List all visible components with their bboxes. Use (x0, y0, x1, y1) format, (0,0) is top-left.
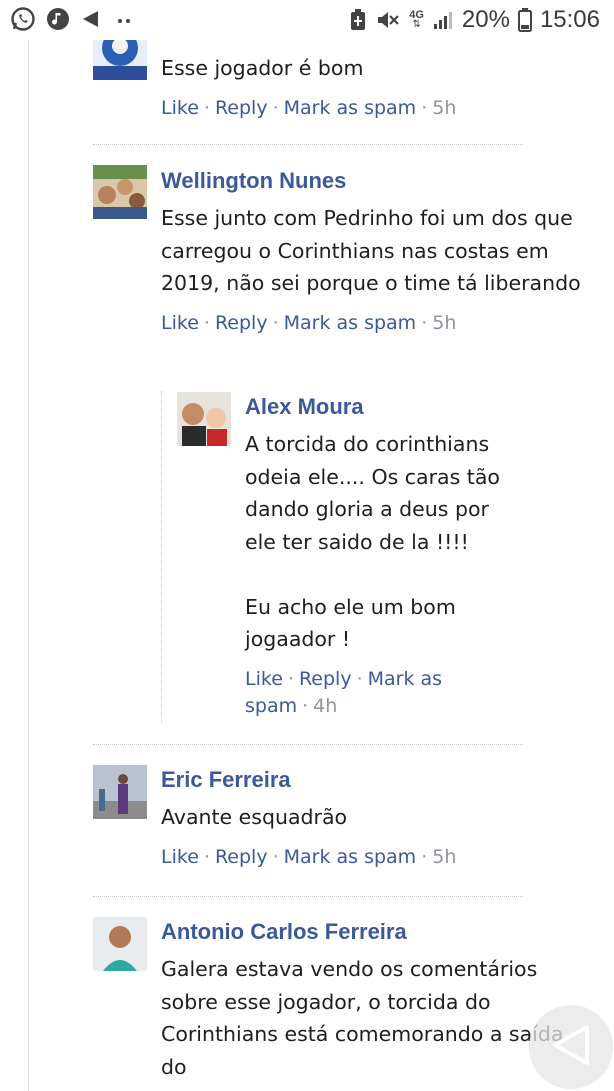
status-bar: 4G ⇅ 20% 15:06 (0, 0, 614, 40)
battery-icon (517, 8, 532, 32)
signal-icon (432, 9, 454, 31)
avatar[interactable] (177, 392, 231, 446)
comment-text: Esse jogador é bom (161, 56, 364, 80)
reply-link[interactable]: Reply (299, 668, 352, 690)
divider (93, 144, 523, 145)
battery-saver-icon (349, 8, 367, 32)
avatar[interactable] (93, 917, 147, 971)
comment-text: Avante esquadrão (161, 805, 348, 829)
comment-author[interactable]: Alex Moura (245, 392, 517, 422)
comment-age: 5h (432, 311, 457, 334)
comment-actions: Like · Reply · Mark as spam · 5h (161, 845, 457, 868)
floating-back-button[interactable] (529, 1005, 613, 1089)
like-link[interactable]: Like (245, 668, 283, 690)
comment: Esse jogador é bom Like · Reply · Mark as sp… (161, 52, 591, 122)
comments-list: Esse jogador é bom Like · Reply · Mark as sp… (28, 40, 601, 1091)
divider (93, 896, 523, 897)
like-link[interactable]: Like (161, 312, 199, 334)
comment-actions: Like · Reply · Mark as spam · 5h (161, 311, 457, 334)
divider (93, 744, 523, 745)
avatar[interactable] (93, 40, 147, 80)
comment-actions: Like · Reply · Mark as spam · 4h (245, 667, 443, 717)
reply-link[interactable]: Reply (215, 846, 268, 868)
comment-text: Galera estava vendo os comentários sobre… (161, 957, 563, 1079)
music-icon (46, 7, 70, 31)
comment-text: Esse junto com Pedrinho foi um dos que c… (161, 206, 581, 295)
comment-age: 5h (432, 96, 457, 119)
battery-percent: 20% (461, 6, 510, 33)
comment-age: 4h (313, 694, 338, 717)
mute-icon (375, 8, 401, 32)
comment-text: A torcida do corinthians odeia ele.... O… (245, 432, 500, 651)
clock: 15:06 (539, 6, 600, 33)
network-4g-icon: 4G ⇅ (409, 9, 424, 30)
like-link[interactable]: Like (161, 846, 199, 868)
comment-actions: Like · Reply · Mark as spam · 5h (161, 96, 457, 119)
comment: Wellington Nunes Esse junto com Pedrinho… (161, 166, 591, 337)
comment: Eric Ferreira Avante esquadrão Like · Repl… (161, 765, 591, 871)
avatar[interactable] (93, 165, 147, 219)
comment: Antonio Carlos Ferreira Galera estava ve… (161, 917, 591, 1083)
comment-author[interactable]: Wellington Nunes (161, 166, 591, 196)
comment-author[interactable]: Antonio Carlos Ferreira (161, 917, 591, 947)
mark-as-spam-link[interactable]: Mark as spam (284, 312, 417, 334)
reply-link[interactable]: Reply (215, 312, 268, 334)
mark-as-spam-link[interactable]: Mark as spam (284, 846, 417, 868)
comment-author[interactable]: Eric Ferreira (161, 765, 591, 795)
reply-link[interactable]: Reply (215, 97, 268, 119)
comment-age: 5h (432, 845, 457, 868)
more-dots-icon (112, 8, 136, 30)
navigation-icon (80, 8, 102, 30)
reply-comment: Alex Moura A torcida do corinthians odei… (245, 392, 517, 720)
mark-as-spam-link[interactable]: Mark as spam (284, 97, 417, 119)
back-triangle-icon (549, 1023, 593, 1072)
whatsapp-icon (10, 6, 36, 32)
like-link[interactable]: Like (161, 97, 199, 119)
avatar[interactable] (93, 765, 147, 819)
reply-thread-line (161, 391, 162, 723)
